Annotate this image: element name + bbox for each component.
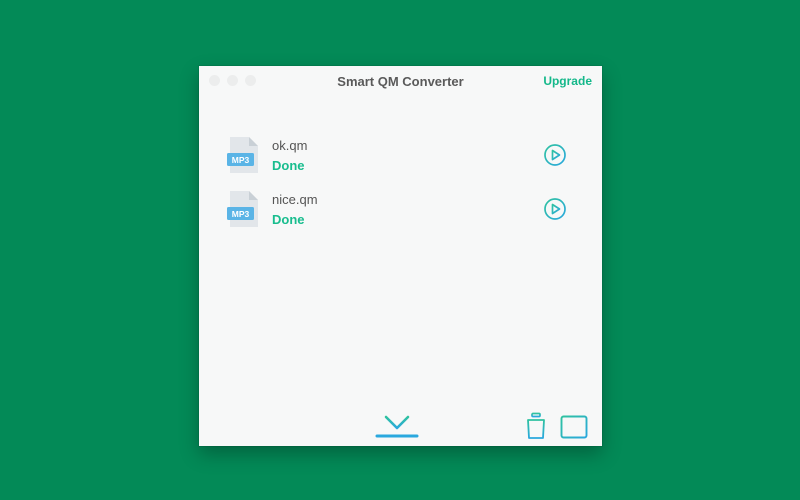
mp3-file-icon: MP3 [227,137,258,173]
file-status: Done [272,158,305,173]
file-name: ok.qm [272,138,308,153]
upgrade-button[interactable]: Upgrade [543,74,592,88]
file-badge-label: MP3 [232,209,250,219]
window-title: Smart QM Converter [337,74,464,89]
app-window: Smart QM Converter Upgrade MP3 ok.qm Don… [199,66,602,446]
file-status: Done [272,212,305,227]
title-bar: Smart QM Converter Upgrade [199,66,602,96]
trash-icon[interactable] [524,412,548,440]
folder-icon[interactable] [560,414,588,440]
play-icon[interactable] [543,143,567,167]
list-item[interactable]: MP3 nice.qm Done [199,190,602,234]
file-name: nice.qm [272,192,318,207]
play-icon[interactable] [543,197,567,221]
mp3-file-icon: MP3 [227,191,258,227]
list-item[interactable]: MP3 ok.qm Done [199,136,602,180]
download-arrow-icon[interactable] [375,394,419,440]
file-badge-label: MP3 [232,155,250,165]
